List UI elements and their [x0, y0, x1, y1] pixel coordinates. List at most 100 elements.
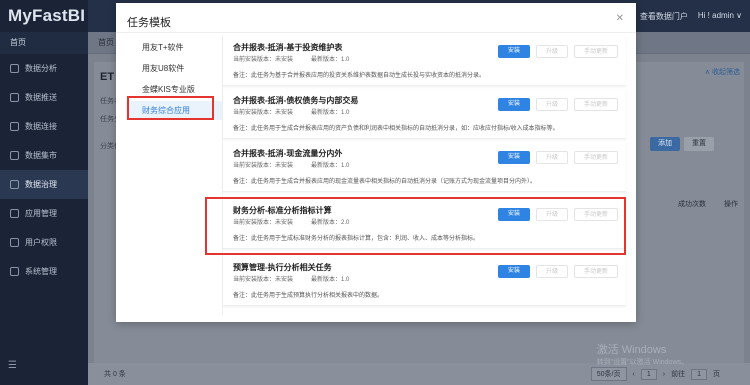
task-version: 当前安装版本：未安装 最新版本：1.0 [233, 54, 349, 63]
brand-logo: MyFastBI [8, 6, 86, 25]
watermark-line1: 激活 Windows [596, 344, 667, 356]
menu-toggle-icon[interactable]: ☰ [8, 360, 17, 371]
task-name: 合并报表-抵消-现金流量分内外 [233, 149, 343, 158]
sidebar-item-label: 数据推送 [25, 93, 57, 102]
manual-update-button[interactable]: 手动更新 [574, 208, 618, 221]
sidebar-item-4[interactable]: 数据集市 [0, 141, 88, 170]
sidebar-item-label: 用户权限 [25, 238, 57, 247]
task-name: 合并报表-抵消-债权债务与内部交易 [233, 96, 359, 105]
column-actions: 操作 [724, 201, 738, 208]
close-icon[interactable]: ✕ [616, 13, 624, 24]
nav-icon [10, 267, 19, 276]
nav-icon [10, 64, 19, 73]
current-version: 当前安装版本：未安装 [233, 277, 294, 283]
sidebar-item-label: 应用管理 [25, 209, 57, 218]
category-item-3[interactable]: 金蝶KIS专业版 [126, 80, 222, 99]
task-description: 备注：此任务用于生成合并报表应用的现金流量表中相关指标的自动抵消分录（记账方式为… [233, 179, 537, 185]
task-name: 财务分析-标准分析指标计算 [233, 206, 332, 215]
install-button[interactable]: 安装 [498, 151, 530, 164]
goto-page-input[interactable]: 1 [691, 368, 707, 380]
nav-icon [10, 151, 19, 160]
windows-activation-watermark: 激活 Windows 转到"设置"以激活 Windows。 [597, 341, 688, 367]
upgrade-button[interactable]: 升级 [536, 265, 568, 278]
current-version: 当前安装版本：未安装 [233, 163, 294, 169]
task-name: 预算管理-执行分析相关任务 [233, 263, 332, 272]
next-page-icon[interactable]: › [663, 371, 665, 378]
task-card: 合并报表-抵消-基于投资维护表 当前安装版本：未安装 最新版本：1.0 备注：此任务为… [223, 36, 626, 86]
add-button[interactable]: 添加 [650, 137, 680, 151]
upgrade-button[interactable]: 升级 [536, 45, 568, 58]
nav-icon [10, 180, 19, 189]
sidebar: MyFastBI 首页 数据分析数据推送数据连接数据集市数据治理应用管理用户权限… [0, 0, 88, 385]
sidebar-item-3[interactable]: 数据连接 [0, 112, 88, 141]
page-size-select[interactable]: 50条/页 [590, 367, 627, 381]
sidebar-item-label: 系统管理 [25, 267, 57, 276]
task-template-modal: 任务模板 ✕ 用友T+软件 用友U8软件 金蝶KIS专业版 财务综合应用 合并报表-抵… [116, 3, 636, 322]
sidebar-item-1[interactable]: 数据分析 [0, 54, 88, 83]
sidebar-item-label: 数据集市 [25, 151, 57, 160]
task-version: 当前安装版本：未安装 最新版本：1.0 [233, 107, 349, 116]
current-version: 当前安装版本：未安装 [233, 220, 294, 226]
total-count: 共 0 条 [104, 371, 126, 378]
manual-update-button[interactable]: 手动更新 [574, 45, 618, 58]
category-item-4[interactable]: 财务综合应用 [126, 101, 222, 120]
manual-update-button[interactable]: 手动更新 [574, 151, 618, 164]
modal-divider [116, 32, 636, 33]
nav-icon [10, 209, 19, 218]
sidebar-item-7[interactable]: 用户权限 [0, 228, 88, 257]
latest-version: 最新版本：1.0 [311, 57, 350, 63]
task-version: 当前安装版本：未安装 最新版本：2.0 [233, 217, 349, 226]
manual-update-button[interactable]: 手动更新 [574, 98, 618, 111]
upgrade-button[interactable]: 升级 [536, 208, 568, 221]
upgrade-button[interactable]: 升级 [536, 151, 568, 164]
task-version: 当前安装版本：未安装 最新版本：1.0 [233, 274, 349, 283]
task-card: 合并报表-抵消-现金流量分内外 当前安装版本：未安装 最新版本：1.0 备注：此任务用… [223, 142, 626, 192]
tab-home[interactable]: 首页 [98, 32, 114, 54]
task-description: 备注：此任务用于生成标准财务分析的报表指标计算，包含：利润、收入、成本等分析指标… [233, 236, 480, 242]
task-card: 合并报表-抵消-债权债务与内部交易 当前安装版本：未安装 最新版本：1.0 备注：此任… [223, 89, 626, 139]
data-portal-link[interactable]: 查看数据门户 [640, 11, 688, 22]
current-version: 当前安装版本：未安装 [233, 57, 294, 63]
sidebar-item-5[interactable]: 数据治理 [0, 170, 88, 199]
modal-title: 任务模板 [127, 17, 171, 29]
sidebar-item-8[interactable]: 系统管理 [0, 257, 88, 286]
user-menu[interactable]: Hi ! admin ∨ [698, 11, 742, 22]
install-button[interactable]: 安装 [498, 98, 530, 111]
nav-icon [10, 238, 19, 247]
latest-version: 最新版本：2.0 [311, 220, 350, 226]
task-description: 备注：此任务为基于合并报表应用的投资关系维护表数据自动生成长投与实收资本的抵消分… [233, 73, 486, 79]
prev-page-icon[interactable]: ‹ [633, 371, 635, 378]
manual-update-button[interactable]: 手动更新 [574, 265, 618, 278]
task-card: 预算管理-执行分析相关任务 当前安装版本：未安装 最新版本：1.0 备注：此任务用于生… [223, 256, 626, 306]
task-card: 财务分析-标准分析指标计算 当前安装版本：未安装 最新版本：2.0 备注：此任务用于生… [223, 199, 626, 249]
install-button[interactable]: 安装 [498, 265, 530, 278]
task-description: 备注：此任务用于生成合并报表应用的资产负债和利润表中相关指标的自动抵消分录，如：… [233, 126, 559, 132]
upgrade-button[interactable]: 升级 [536, 98, 568, 111]
category-item-2[interactable]: 用友U8软件 [126, 59, 222, 78]
sidebar-item-label: 数据治理 [25, 180, 57, 189]
watermark-line2: 转到"设置"以激活 Windows。 [596, 359, 688, 366]
latest-version: 最新版本：1.0 [311, 277, 350, 283]
collapse-filter-link[interactable]: ∧ 收起筛选 [705, 67, 740, 77]
sidebar-item-6[interactable]: 应用管理 [0, 199, 88, 228]
current-version: 当前安装版本：未安装 [233, 110, 294, 116]
latest-version: 最新版本：1.0 [311, 163, 350, 169]
category-item-1[interactable]: 用友T+软件 [126, 38, 222, 57]
nav-icon [10, 122, 19, 131]
goto-label: 前往 [671, 371, 686, 378]
task-name: 合并报表-抵消-基于投资维护表 [233, 43, 343, 52]
task-description: 备注：此任务用于生成预算执行分析相关报表中的数据。 [233, 293, 384, 299]
sidebar-item-2[interactable]: 数据推送 [0, 83, 88, 112]
install-button[interactable]: 安装 [498, 45, 530, 58]
sidebar-item-label: 数据连接 [25, 122, 57, 131]
task-version: 当前安装版本：未安装 最新版本：1.0 [233, 160, 349, 169]
nav-icon [10, 93, 19, 102]
install-button[interactable]: 安装 [498, 208, 530, 221]
page-title: ET [100, 71, 115, 83]
nav-home[interactable]: 首页 [0, 32, 88, 54]
current-page[interactable]: 1 [640, 368, 657, 380]
latest-version: 最新版本：1.0 [311, 110, 350, 116]
page-unit-label: 页 [713, 371, 720, 378]
column-success-count: 成功次数 [678, 201, 706, 208]
reset-button[interactable]: 重置 [684, 137, 714, 151]
